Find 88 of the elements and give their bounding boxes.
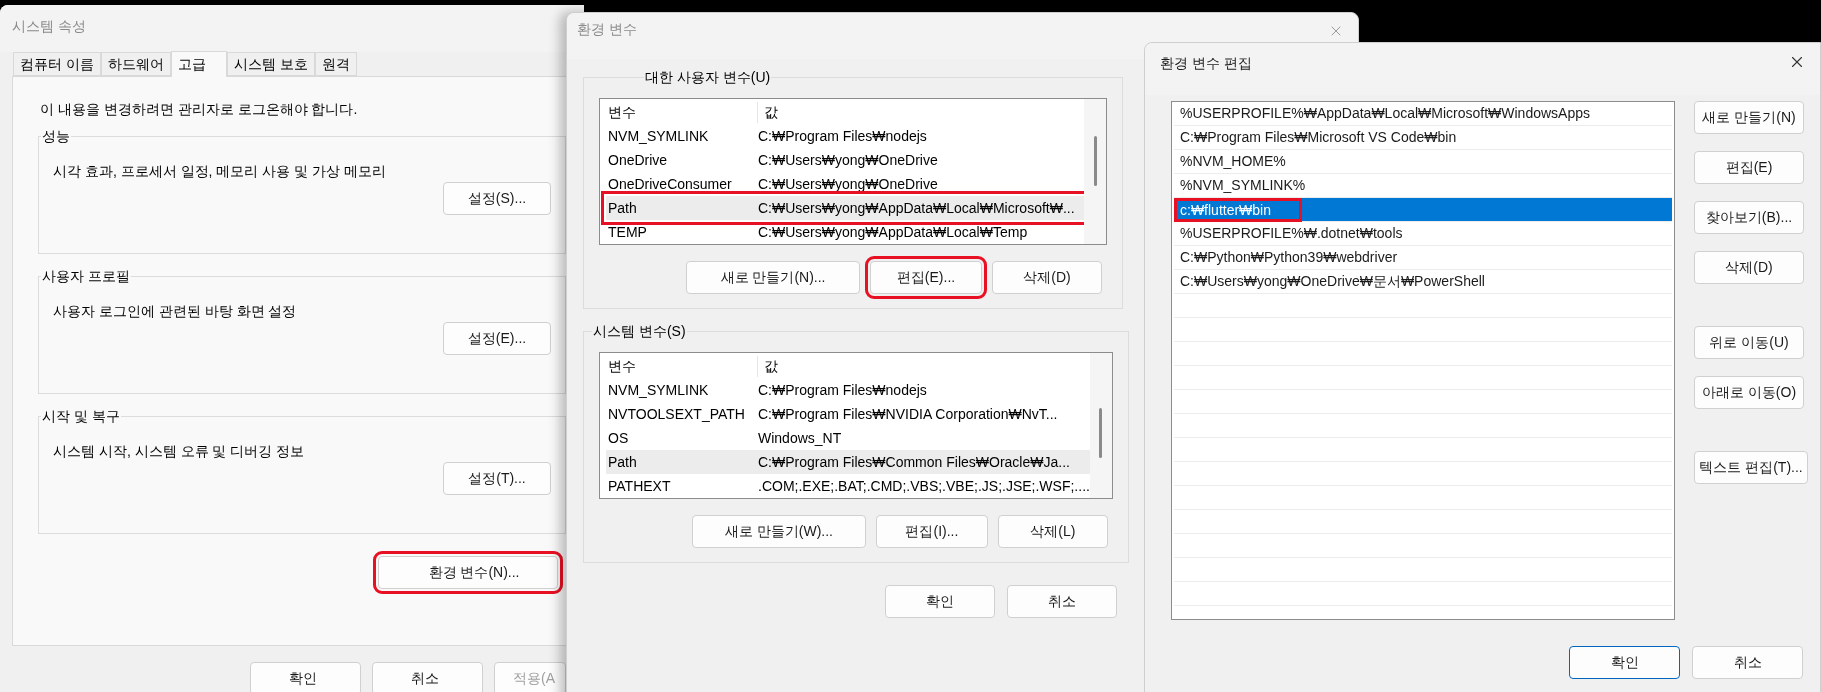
dialog-button[interactable]: 텍스트 편집(T)... (1694, 451, 1808, 484)
group-title: 대한 사용자 변수(U) (644, 68, 772, 87)
dialog-button[interactable]: 설정(T)... (443, 462, 551, 495)
scrollbar-thumb[interactable] (1099, 408, 1103, 458)
tab[interactable]: 고급 (170, 51, 227, 77)
group-description: 시각 효과, 프로세서 일정, 메모리 사용 및 가상 메모리 (53, 162, 387, 181)
dialog-button[interactable]: 새로 만들기(N)... (686, 261, 860, 294)
path-entry[interactable]: c:₩flutter₩bin (1174, 198, 1672, 222)
entry-text: %USERPROFILE%₩.dotnet₩tools (1180, 224, 1403, 243)
entry-text: C:₩Python₩Python39₩webdriver (1180, 248, 1398, 267)
variable-name: TEMP (607, 222, 648, 242)
variable-value: C:₩Program Files₩nodejs (758, 381, 927, 401)
variable-row[interactable]: OneDrive C:₩Users₩yong₩OneDrive (606, 148, 1084, 173)
column-header[interactable]: 변수 (606, 355, 758, 377)
variable-value: C:₩Users₩yong₩OneDrive (758, 151, 938, 171)
variable-row[interactable]: TEMP C:₩Users₩yong₩AppData₩Local₩Temp (606, 220, 1084, 244)
scrollbar-thumb[interactable] (1093, 136, 1097, 186)
path-entry[interactable]: %USERPROFILE%₩AppData₩Local₩Microsoft₩WindowsApps (1174, 102, 1672, 126)
dialog-button[interactable]: 삭제(D) (992, 261, 1102, 294)
path-entry[interactable]: C:₩Python₩Python39₩webdriver (1174, 246, 1672, 270)
variable-value: C:₩Program Files₩NVIDIA Corporation₩NvT... (758, 405, 1058, 425)
group-title: 시작 및 복구 (41, 407, 121, 426)
variable-row[interactable]: NVTOOLSEXT_PATH C:₩Program Files₩NVIDIA Corporation₩NvT... (606, 402, 1090, 427)
group-title: 성능 (41, 127, 71, 146)
entry-text: c:₩flutter₩bin (1174, 197, 1302, 222)
entry-text: C:₩Program Files₩Microsoft VS Code₩bin (1180, 128, 1457, 147)
variable-row[interactable]: PATHEXT .COM;.EXE;.BAT;.CMD;.VBS;.VBE;.JS;.JSE;.WSF;.... (606, 474, 1090, 498)
variable-value: C:₩Program Files₩Common Files₩Oracle₩Ja... (758, 452, 1070, 472)
tab[interactable]: 원격 (314, 52, 357, 76)
variable-row[interactable]: NVM_SYMLINK C:₩Program Files₩nodejs (606, 378, 1090, 403)
variable-name: NVTOOLSEXT_PATH (607, 405, 746, 425)
variable-name: NVM_SYMLINK (607, 381, 710, 401)
dialog-button[interactable]: 취소 (1692, 646, 1803, 679)
dialog-button[interactable]: 삭제(L) (997, 515, 1108, 548)
variable-name: Path (607, 198, 638, 218)
dialog-button[interactable]: 위로 이동(U) (1694, 326, 1804, 359)
dialog-button[interactable]: 설정(S)... (443, 182, 551, 215)
window-title: 시스템 속성 (12, 18, 86, 34)
entry-text: %NVM_SYMLINK% (1180, 176, 1306, 195)
entry-text: %USERPROFILE%₩AppData₩Local₩Microsoft₩WindowsApps (1180, 104, 1590, 123)
dialog-button[interactable]: 편집(E) (1694, 151, 1804, 184)
variable-name: OS (607, 428, 630, 448)
window-title: 환경 변수 (577, 20, 637, 39)
variable-value: Windows_NT (758, 428, 842, 448)
variable-value: C:₩Users₩yong₩OneDrive (758, 174, 938, 194)
dialog-button[interactable]: 새로 만들기(W)... (691, 515, 866, 548)
variable-name: OneDriveConsumer (607, 174, 733, 194)
variable-row[interactable]: OneDriveConsumer C:₩Users₩yong₩OneDrive (606, 172, 1084, 197)
group-title: 사용자 프로필 (41, 267, 131, 286)
dialog-button[interactable]: 편집(I)... (875, 515, 988, 548)
variable-row[interactable]: NVM_SYMLINK C:₩Program Files₩nodejs (606, 124, 1084, 149)
dialog-button[interactable]: 확인 (885, 585, 995, 618)
variable-value: .COM;.EXE;.BAT;.CMD;.VBS;.VBE;.JS;.JSE;.WSF;.... (758, 476, 1090, 496)
variable-row[interactable]: OS Windows_NT (606, 426, 1090, 451)
notice-text: 이 내용을 변경하려면 관리자로 로그온해야 합니다. (39, 100, 359, 119)
dialog-button[interactable]: 아래로 이동(O) (1694, 376, 1804, 409)
dialog-button[interactable]: 찾아보기(B)... (1694, 201, 1804, 234)
group-title: 시스템 변수(S) (592, 322, 687, 341)
variable-value: C:₩Users₩yong₩AppData₩Local₩Temp (758, 222, 1028, 242)
variable-value: C:₩Users₩yong₩AppData₩Local₩Microsoft₩... (758, 198, 1075, 218)
variable-name: NVM_SYMLINK (607, 127, 710, 147)
dialog-button[interactable]: 확인 (1569, 646, 1680, 679)
tab[interactable]: 하드웨어 (100, 52, 171, 76)
variable-name: OneDrive (607, 151, 669, 171)
path-entry[interactable]: C:₩Program Files₩Microsoft VS Code₩bin (1174, 126, 1672, 150)
group-description: 시스템 시작, 시스템 오류 및 디버깅 정보 (53, 442, 306, 461)
variable-row[interactable]: Path C:₩Program Files₩Common Files₩Oracle₩Ja... (606, 450, 1090, 475)
variable-value: C:₩Program Files₩nodejs (758, 127, 927, 147)
dialog-button[interactable]: 취소 (1007, 585, 1117, 618)
dialog-button[interactable]: 확인 (250, 662, 361, 692)
dialog-button[interactable]: 설정(E)... (443, 322, 551, 355)
window-title: 환경 변수 편집 (1160, 54, 1252, 73)
path-entry[interactable]: C:₩Users₩yong₩OneDrive₩문서₩PowerShell (1174, 270, 1672, 294)
dialog-button[interactable]: 취소 (372, 662, 483, 692)
group-description: 사용자 로그인에 관련된 바탕 화면 설정 (53, 302, 298, 321)
tab[interactable]: 시스템 보호 (226, 52, 315, 76)
variable-name: Path (607, 452, 638, 472)
column-header[interactable]: 값 (758, 101, 1084, 123)
path-entry[interactable]: %USERPROFILE%₩.dotnet₩tools (1174, 222, 1672, 246)
column-header[interactable]: 변수 (606, 101, 758, 123)
path-entry[interactable]: %NVM_HOME% (1174, 150, 1672, 174)
entry-text: %NVM_HOME% (1180, 152, 1286, 171)
entry-text: C:₩Users₩yong₩OneDrive₩문서₩PowerShell (1180, 272, 1485, 291)
tab[interactable]: 컴퓨터 이름 (13, 52, 101, 76)
dialog-button[interactable]: 새로 만들기(N) (1694, 101, 1804, 134)
dialog-button[interactable]: 삭제(D) (1694, 251, 1804, 284)
column-header[interactable]: 값 (758, 355, 1090, 377)
variable-name: PATHEXT (607, 476, 672, 496)
